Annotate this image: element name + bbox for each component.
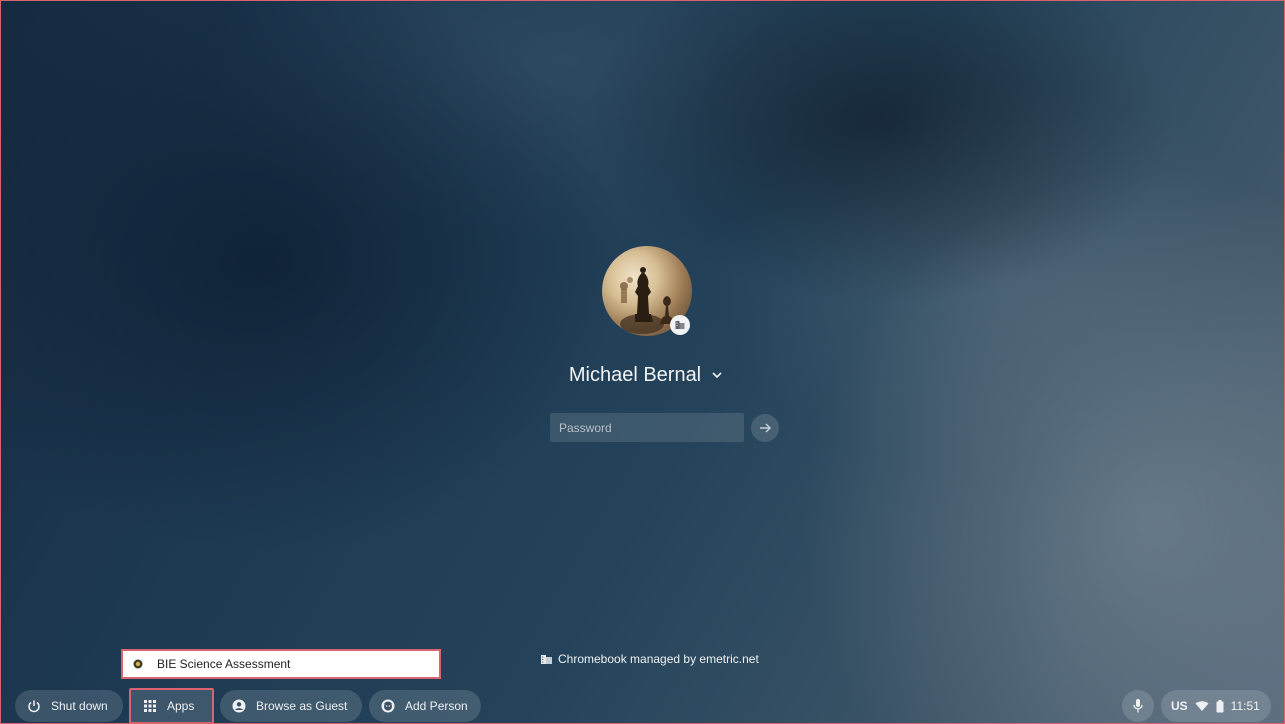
add-person-label: Add Person bbox=[405, 699, 468, 713]
user-name-dropdown[interactable]: Michael Bernal bbox=[541, 361, 751, 389]
voice-input-button[interactable] bbox=[1122, 690, 1154, 722]
keyboard-layout: US bbox=[1171, 699, 1188, 713]
chevron-down-icon bbox=[712, 372, 722, 379]
apps-button[interactable]: Apps bbox=[129, 688, 214, 723]
shut-down-label: Shut down bbox=[51, 699, 108, 713]
power-icon bbox=[28, 700, 40, 713]
add-person-button[interactable]: Add Person bbox=[369, 690, 481, 722]
shut-down-button[interactable]: Shut down bbox=[15, 690, 123, 722]
add-person-icon bbox=[381, 699, 395, 713]
browse-as-guest-label: Browse as Guest bbox=[256, 699, 348, 713]
guest-icon bbox=[232, 699, 246, 713]
user-name: Michael Bernal bbox=[568, 363, 702, 386]
password-input[interactable] bbox=[550, 413, 744, 442]
app-icon bbox=[133, 659, 143, 669]
password-field-container bbox=[550, 413, 744, 442]
enterprise-badge-icon bbox=[670, 315, 690, 335]
clock-time: 11:51 bbox=[1230, 699, 1260, 713]
browse-as-guest-button[interactable]: Browse as Guest bbox=[220, 690, 362, 722]
status-tray[interactable]: US 11:51 bbox=[1161, 690, 1271, 722]
login-screen: Michael Bernal Chromebook managed by eme… bbox=[0, 0, 1285, 724]
enterprise-building-icon bbox=[541, 655, 552, 664]
wifi-icon bbox=[1195, 701, 1209, 711]
arrow-right-icon bbox=[760, 423, 772, 433]
battery-icon bbox=[1216, 699, 1224, 712]
apps-grid-icon bbox=[144, 700, 156, 712]
submit-button[interactable] bbox=[751, 414, 779, 442]
apps-popup-item-label[interactable]: BIE Science Assessment bbox=[157, 657, 290, 671]
apps-popup-menu: BIE Science Assessment bbox=[121, 649, 441, 679]
managed-notice: Chromebook managed by emetric.net bbox=[541, 651, 759, 667]
microphone-icon bbox=[1133, 699, 1143, 713]
managed-notice-text: Chromebook managed by emetric.net bbox=[558, 652, 759, 666]
apps-label: Apps bbox=[167, 699, 195, 713]
